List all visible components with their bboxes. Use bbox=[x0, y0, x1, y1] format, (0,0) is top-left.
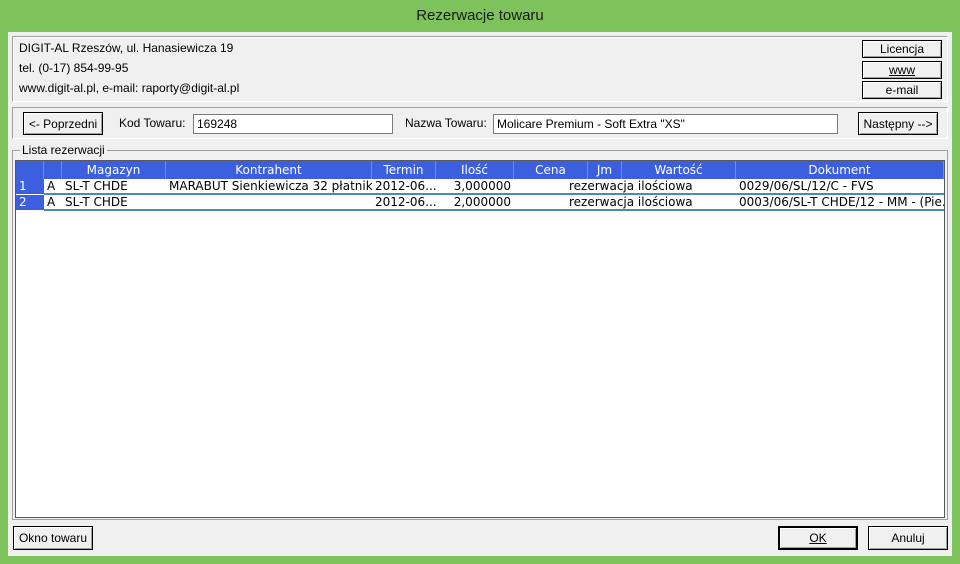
row-number: 1 bbox=[16, 179, 44, 194]
header-magazyn[interactable]: Magazyn bbox=[62, 161, 166, 179]
email-button[interactable]: e-mail bbox=[862, 81, 942, 99]
table-row[interactable]: 1 A SL-T CHDE MARABUT Sienkiewicza 32 pł… bbox=[16, 179, 944, 194]
email-button-label: e-mail bbox=[885, 83, 919, 97]
anuluj-button-label: Anuluj bbox=[891, 531, 925, 545]
row-number: 2 bbox=[16, 195, 44, 210]
reservations-group: Lista rezerwacji Magazyn Kontrahent Term… bbox=[12, 143, 948, 520]
reservations-group-title: Lista rezerwacji bbox=[20, 143, 107, 157]
row-flag: A bbox=[47, 195, 56, 209]
previous-button[interactable]: <- Poprzedni bbox=[23, 112, 103, 135]
cell-dokument: 0029/06/SL/12/C - FVS bbox=[739, 179, 874, 193]
cell-jm-wartosc: rezerwacja ilościowa bbox=[569, 179, 693, 193]
nazwa-towaru-label: Nazwa Towaru: bbox=[405, 116, 487, 130]
cell-termin: 2012-06... bbox=[375, 179, 436, 193]
window-title: Rezerwacje towaru bbox=[416, 7, 544, 24]
nazwa-towaru-field[interactable]: Molicare Premium - Soft Extra "XS" bbox=[493, 114, 838, 134]
kod-towaru-field[interactable]: 169248 bbox=[193, 114, 393, 134]
navigation-panel: <- Poprzedni Kod Towaru: 169248 Nazwa To… bbox=[12, 107, 948, 139]
company-address: DIGIT-AL Rzeszów, ul. Hanasiewicza 19 bbox=[19, 41, 234, 55]
header-jm[interactable]: Jm bbox=[588, 161, 622, 179]
header-wartosc[interactable]: Wartość bbox=[622, 161, 736, 179]
cell-magazyn: SL-T CHDE bbox=[65, 179, 128, 193]
www-button-label: www bbox=[889, 63, 915, 77]
table-row[interactable]: 2 A SL-T CHDE 2012-06... 2,000000 rezerw… bbox=[16, 195, 944, 210]
licencja-button-label: Licencja bbox=[879, 42, 925, 56]
header-flag bbox=[44, 161, 62, 179]
next-button-label: Następny --> bbox=[863, 116, 933, 131]
dialog-client: DIGIT-AL Rzeszów, ul. Hanasiewicza 19 te… bbox=[8, 32, 952, 556]
next-button[interactable]: Następny --> bbox=[858, 112, 938, 135]
licencja-button[interactable]: Licencja bbox=[862, 40, 942, 58]
header-dokument[interactable]: Dokument bbox=[736, 161, 944, 179]
anuluj-button[interactable]: Anuluj bbox=[868, 526, 948, 550]
header-termin[interactable]: Termin bbox=[372, 161, 436, 179]
header-corner bbox=[16, 161, 44, 179]
cell-ilosc: 2,000000 bbox=[453, 195, 511, 209]
company-web-email: www.digit-al.pl, e-mail: raporty@digit-a… bbox=[19, 81, 240, 95]
reservations-grid[interactable]: Magazyn Kontrahent Termin Ilość Cena Jm … bbox=[15, 160, 945, 518]
ok-button[interactable]: OK bbox=[778, 526, 858, 550]
row-separator bbox=[44, 209, 944, 211]
company-info-panel: DIGIT-AL Rzeszów, ul. Hanasiewicza 19 te… bbox=[12, 36, 948, 102]
cell-kontrahent bbox=[166, 195, 372, 210]
www-button[interactable]: www bbox=[862, 61, 942, 79]
cell-dokument: 0003/06/SL-T CHDE/12 - MM - (Pie... bbox=[739, 195, 944, 209]
header-kontrahent[interactable]: Kontrahent bbox=[166, 161, 372, 179]
cell-jm-wartosc: rezerwacja ilościowa bbox=[569, 195, 693, 209]
kod-towaru-label: Kod Towaru: bbox=[119, 116, 186, 130]
okno-towaru-button[interactable]: Okno towaru bbox=[13, 526, 93, 550]
grid-header: Magazyn Kontrahent Termin Ilość Cena Jm … bbox=[16, 161, 944, 179]
cell-termin: 2012-06... bbox=[375, 195, 436, 209]
cell-magazyn: SL-T CHDE bbox=[65, 195, 128, 209]
cell-cena bbox=[514, 195, 566, 210]
okno-towaru-button-label: Okno towaru bbox=[18, 531, 88, 545]
previous-button-label: <- Poprzedni bbox=[28, 116, 98, 131]
cell-cena bbox=[514, 179, 566, 194]
header-cena[interactable]: Cena bbox=[514, 161, 588, 179]
row-flag: A bbox=[47, 179, 56, 193]
ok-button-label: OK bbox=[809, 531, 827, 545]
cell-kontrahent: MARABUT Sienkiewicza 32 płatnik ... bbox=[169, 179, 372, 193]
header-ilosc[interactable]: Ilość bbox=[436, 161, 514, 179]
cell-ilosc: 3,000000 bbox=[453, 179, 511, 193]
company-phone: tel. (0-17) 854-99-95 bbox=[19, 61, 129, 75]
dialog-window: Rezerwacje towaru DIGIT-AL Rzeszów, ul. … bbox=[0, 0, 960, 564]
